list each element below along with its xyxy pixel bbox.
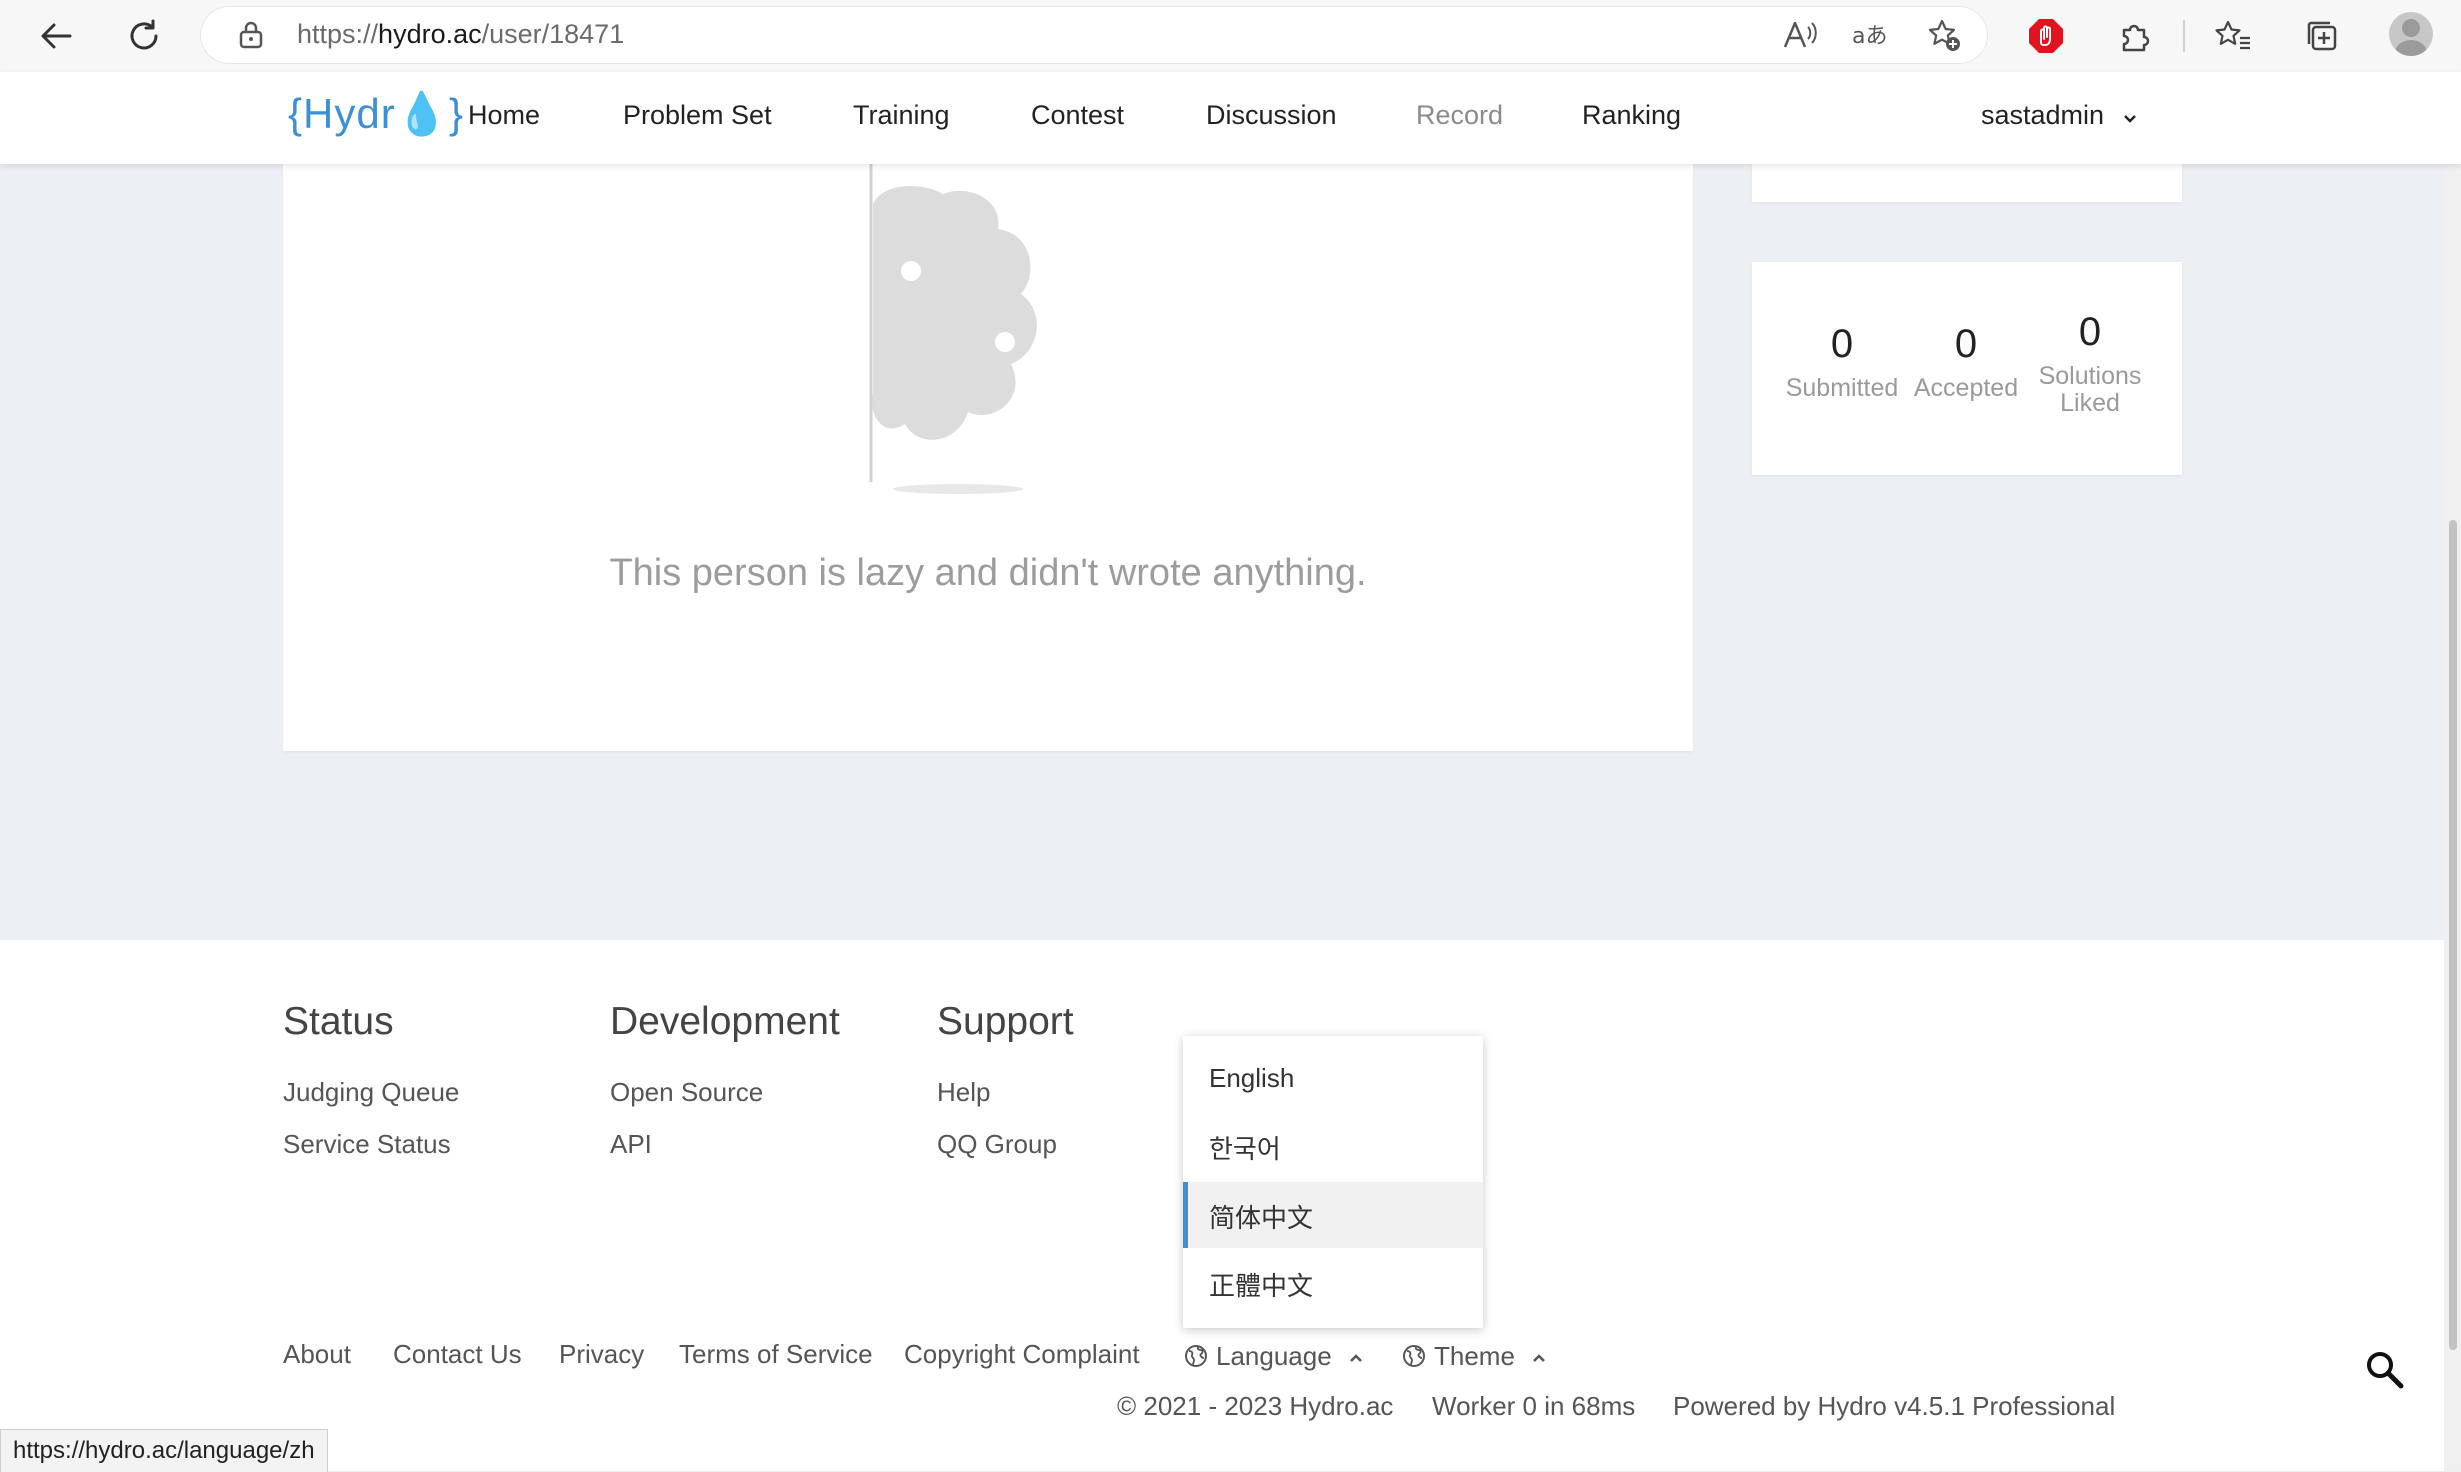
back-icon[interactable] xyxy=(30,10,82,62)
footer-heading-status: Status xyxy=(283,1000,394,1043)
footer-link-terms-of-service[interactable]: Terms of Service xyxy=(679,1339,873,1370)
globe-icon xyxy=(1402,1344,1426,1375)
hydro-logo[interactable]: {Hydr💧} xyxy=(288,90,464,139)
nav-home[interactable]: Home xyxy=(468,100,540,131)
sidebar-card-top xyxy=(1752,164,2182,202)
language-option-korean[interactable]: 한국어 xyxy=(1183,1113,1483,1179)
profile-avatar-icon[interactable] xyxy=(2389,12,2433,56)
footer-link-open-source[interactable]: Open Source xyxy=(610,1077,763,1108)
language-selector[interactable]: Language xyxy=(1184,1339,1363,1375)
nav-discussion[interactable]: Discussion xyxy=(1206,100,1337,131)
address-bar[interactable]: https://hydro.ac/user/18471 aあ xyxy=(200,6,1988,64)
footer-link-contact-us[interactable]: Contact Us xyxy=(393,1339,522,1370)
language-option-simplified-chinese[interactable]: 简体中文 xyxy=(1183,1182,1483,1248)
toolbar-separator xyxy=(2183,20,2185,52)
svg-text:aあ: aあ xyxy=(1852,24,1887,49)
footer-link-about[interactable]: About xyxy=(283,1339,351,1370)
username: sastadmin xyxy=(1981,100,2105,130)
empty-placeholder-illustration xyxy=(863,164,1113,509)
footer-link-qq-group[interactable]: QQ Group xyxy=(937,1129,1057,1160)
language-option-english[interactable]: English xyxy=(1183,1047,1483,1113)
footer-powered-by: Powered by Hydro v4.5.1 Professional xyxy=(1673,1391,2116,1421)
chevron-up-icon xyxy=(1349,1339,1363,1370)
footer-link-service-status[interactable]: Service Status xyxy=(283,1129,451,1160)
browser-toolbar: https://hydro.ac/user/18471 aあ xyxy=(0,0,2461,73)
translate-icon[interactable]: aあ xyxy=(1848,12,1896,58)
nav-problem-set[interactable]: Problem Set xyxy=(623,100,772,131)
read-aloud-icon[interactable] xyxy=(1776,12,1824,58)
footer-link-judging-queue[interactable]: Judging Queue xyxy=(283,1077,459,1108)
footer-worker-info: Worker 0 in 68ms xyxy=(1432,1391,1636,1421)
chevron-up-icon xyxy=(1532,1339,1546,1370)
profile-bio-card: This person is lazy and didn't wrote any… xyxy=(283,164,1693,751)
footer-heading-development: Development xyxy=(610,1000,840,1043)
footer-heading-support: Support xyxy=(937,1000,1074,1043)
page-scrollbar-thumb[interactable] xyxy=(2449,520,2457,1350)
stat-solutions-liked[interactable]: 0 Solutions Liked xyxy=(2030,310,2150,417)
stat-submitted[interactable]: 0 Submitted xyxy=(1782,322,1902,402)
footer-link-api[interactable]: API xyxy=(610,1129,652,1160)
chevron-down-icon xyxy=(2122,101,2138,132)
empty-bio-text: This person is lazy and didn't wrote any… xyxy=(609,552,1367,594)
user-stats-card: 0 Submitted 0 Accepted 0 Solutions Liked xyxy=(1752,262,2182,475)
stat-accepted[interactable]: 0 Accepted xyxy=(1906,322,2026,402)
nav-contest[interactable]: Contest xyxy=(1031,100,1124,131)
favorites-icon[interactable] xyxy=(2207,10,2259,62)
footer-link-copyright-complaint[interactable]: Copyright Complaint xyxy=(904,1339,1140,1370)
refresh-icon[interactable] xyxy=(118,10,170,62)
language-dropdown-menu: English 한국어 简体中文 正體中文 xyxy=(1183,1036,1483,1328)
browser-status-url: https://hydro.ac/language/zh xyxy=(0,1429,328,1472)
collections-icon[interactable] xyxy=(2296,10,2348,62)
user-menu[interactable]: sastadmin xyxy=(1981,100,2138,132)
url-text[interactable]: https://hydro.ac/user/18471 xyxy=(297,19,624,50)
nav-record[interactable]: Record xyxy=(1416,100,1503,131)
footer-link-privacy[interactable]: Privacy xyxy=(559,1339,644,1370)
water-drop-icon: 💧 xyxy=(395,90,449,137)
adblock-extension-icon[interactable] xyxy=(2020,10,2072,62)
footer-link-help[interactable]: Help xyxy=(937,1077,990,1108)
language-option-traditional-chinese[interactable]: 正體中文 xyxy=(1183,1250,1483,1316)
lock-icon[interactable] xyxy=(227,12,275,58)
extensions-icon[interactable] xyxy=(2108,10,2160,62)
nav-training[interactable]: Training xyxy=(853,100,950,131)
search-icon[interactable] xyxy=(2364,1349,2406,1396)
site-navbar: {Hydr💧} Home Problem Set Training Contes… xyxy=(0,72,2461,164)
theme-selector[interactable]: Theme xyxy=(1402,1339,1546,1375)
nav-ranking[interactable]: Ranking xyxy=(1582,100,1681,131)
globe-icon xyxy=(1184,1344,1208,1375)
footer-copyright: © 2021 - 2023 Hydro.ac xyxy=(1117,1391,1394,1421)
add-favorite-icon[interactable] xyxy=(1920,12,1968,58)
